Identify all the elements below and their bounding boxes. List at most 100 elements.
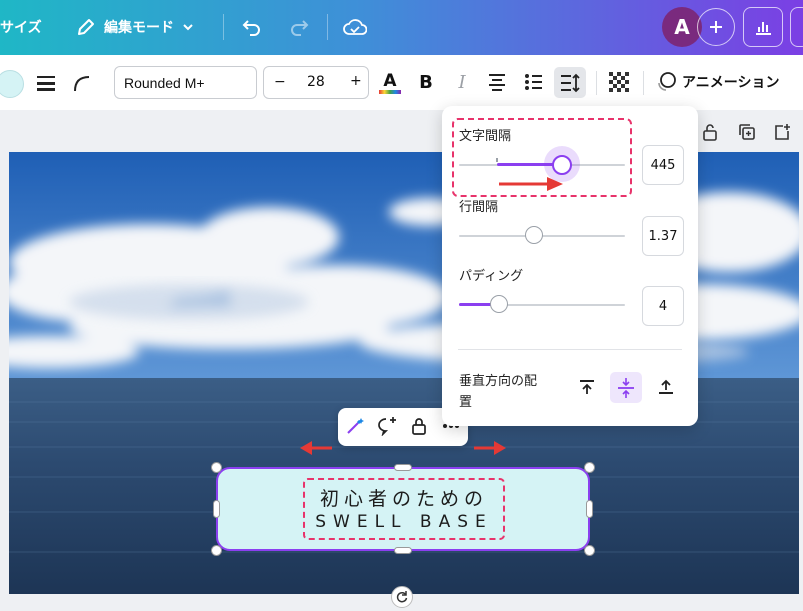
line-spacing-input[interactable]: 1.37 [642, 216, 684, 256]
line-spacing-thumb[interactable] [524, 226, 543, 244]
animation-button[interactable]: アニメーション [656, 68, 779, 96]
plus-icon [710, 21, 722, 33]
padding-input[interactable]: 4 [642, 286, 684, 326]
vertical-align-label-line2: 置 [459, 395, 473, 410]
transparency-button[interactable] [608, 71, 630, 93]
resize-handle-bottom[interactable] [394, 547, 412, 554]
resize-handle-bottom-left[interactable] [211, 545, 222, 556]
bullet-list-icon [525, 74, 542, 90]
panel-divider [458, 349, 682, 350]
cloud-check-icon [343, 19, 367, 35]
resize-handle-top-right[interactable] [584, 462, 595, 473]
rotate-icon [396, 591, 408, 603]
magic-edit-button[interactable] [342, 413, 368, 439]
add-collaborator-button[interactable] [697, 8, 735, 46]
font-selector[interactable]: Rounded M+ [114, 66, 257, 99]
letter-spacing-label: 文字間隔 [459, 129, 512, 144]
bold-glyph: B [419, 71, 433, 93]
text-line-1[interactable]: 初心者のための [303, 484, 505, 511]
insights-button[interactable] [743, 7, 783, 47]
letter-spacing-thumb[interactable] [551, 155, 572, 175]
divider [223, 14, 224, 40]
edit-mode-button[interactable]: 編集モード [76, 12, 194, 42]
align-top-icon [580, 380, 594, 394]
bold-button[interactable]: B [414, 69, 438, 95]
text-color-glyph: A [383, 71, 397, 91]
divider [643, 71, 644, 95]
italic-button[interactable]: I [450, 69, 474, 95]
resize-handle-top[interactable] [394, 464, 412, 471]
font-size-decrease-button[interactable]: − [274, 74, 286, 90]
add-page-icon [775, 124, 790, 140]
align-middle-button[interactable] [610, 372, 642, 403]
duplicate-page-button[interactable] [737, 122, 757, 142]
lock-icon [703, 124, 717, 141]
undo-icon [242, 20, 260, 36]
spacing-button[interactable] [554, 67, 586, 98]
share-button-edge[interactable] [790, 7, 803, 47]
comment-button[interactable] [374, 413, 400, 439]
align-bottom-button[interactable] [653, 373, 679, 401]
lock-icon [412, 418, 426, 435]
font-name: Rounded M+ [124, 74, 205, 91]
redo-icon [291, 20, 309, 36]
animation-icon [658, 72, 676, 91]
lock-element-button[interactable] [406, 413, 432, 439]
animation-label: アニメーション [682, 75, 780, 91]
magic-wand-icon [347, 418, 364, 434]
align-top-button[interactable] [574, 373, 600, 401]
italic-glyph: I [458, 71, 466, 93]
add-page-button[interactable] [772, 122, 792, 142]
padding-value: 4 [658, 298, 668, 314]
padding-thumb[interactable] [489, 295, 508, 313]
align-button[interactable] [485, 70, 509, 94]
line-spacing-label: 行間隔 [459, 200, 499, 215]
redo-button[interactable] [285, 13, 313, 41]
top-bar: サイズ 編集モード A [0, 0, 803, 55]
line-spacing-value: 1.37 [648, 228, 678, 244]
checkerboard-icon [609, 72, 629, 92]
padding-label: パディング [459, 269, 524, 284]
undo-button[interactable] [238, 13, 266, 41]
avatar[interactable]: A [662, 7, 702, 47]
border-lines-icon [37, 76, 55, 91]
font-size-control: − 28 + [263, 66, 369, 99]
red-arrow-right-icon [499, 177, 563, 191]
align-bottom-icon [659, 379, 673, 394]
font-size-increase-button[interactable]: + [350, 73, 362, 89]
resize-handle-bottom-right[interactable] [584, 545, 595, 556]
chevron-down-icon [183, 24, 193, 31]
line-spacing-icon [561, 73, 580, 92]
corner-curve-icon [74, 76, 90, 92]
pencil-icon [78, 19, 94, 35]
resize-handle-left[interactable] [213, 500, 220, 518]
text-color-button[interactable]: A [378, 68, 402, 98]
comment-add-icon [378, 417, 396, 436]
rainbow-bar [379, 90, 401, 94]
cloud-save-button[interactable] [340, 13, 370, 41]
letter-spacing-default-tick [496, 158, 498, 162]
font-size-value[interactable]: 28 [307, 74, 325, 90]
vertical-align-label-line1: 垂直方向の配 [459, 374, 538, 389]
lock-page-button[interactable] [700, 122, 720, 142]
align-middle-icon [618, 377, 634, 398]
bar-chart-icon [756, 22, 771, 35]
text-line-2[interactable]: SWELL BASE [303, 512, 505, 532]
duplicate-icon [739, 124, 755, 140]
divider [596, 71, 597, 95]
list-button[interactable] [522, 70, 546, 94]
avatar-letter: A [674, 15, 690, 39]
resize-button[interactable]: サイズ [0, 14, 42, 40]
corner-rounding-button[interactable] [70, 71, 94, 95]
edit-mode-label: 編集モード [104, 20, 174, 36]
border-style-button[interactable] [34, 71, 58, 95]
letter-spacing-input[interactable]: 445 [642, 145, 684, 185]
red-arrow-left-icon [300, 441, 332, 455]
resize-handle-right[interactable] [586, 500, 593, 518]
align-center-icon [489, 74, 505, 91]
letter-spacing-value: 445 [650, 157, 676, 173]
red-arrow-right-icon [474, 441, 506, 455]
rotate-handle[interactable] [391, 586, 413, 608]
color-swatch[interactable] [0, 70, 24, 98]
resize-handle-top-left[interactable] [211, 462, 222, 473]
